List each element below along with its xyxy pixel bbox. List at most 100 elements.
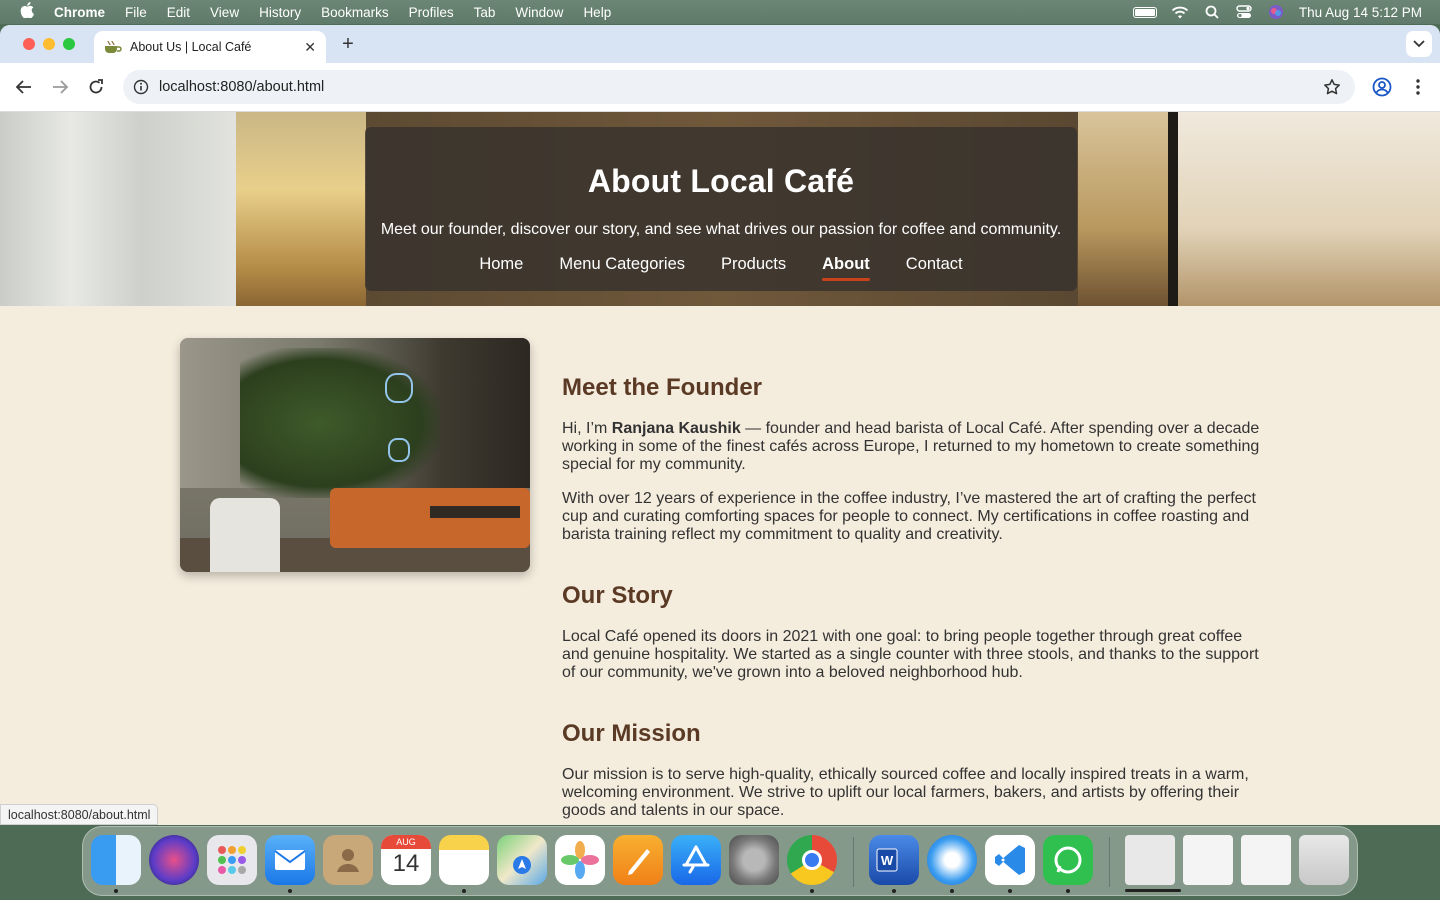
siri-menubar-icon[interactable]: [1267, 3, 1285, 21]
system-settings-icon[interactable]: [729, 835, 779, 885]
macos-menubar: Chrome File Edit View History Bookmarks …: [0, 0, 1440, 24]
new-tab-button[interactable]: +: [338, 33, 358, 56]
app-store-icon[interactable]: [671, 835, 721, 885]
launchpad-icon[interactable]: [207, 835, 257, 885]
menu-view[interactable]: View: [210, 5, 239, 20]
founder-paragraph-1: Hi, I’m Ranjana Kaushik — founder and he…: [562, 420, 1262, 474]
back-button[interactable]: [12, 75, 36, 99]
menu-tab[interactable]: Tab: [474, 5, 496, 20]
finder-icon[interactable]: [91, 835, 141, 885]
pages-icon[interactable]: [613, 835, 663, 885]
reload-button[interactable]: [84, 75, 108, 99]
tab-strip: About Us | Local Café ✕ +: [0, 25, 1440, 63]
tab-title: About Us | Local Café: [130, 40, 252, 54]
photos-icon[interactable]: [555, 835, 605, 885]
wifi-icon[interactable]: [1171, 3, 1189, 21]
calendar-day: 14: [392, 850, 420, 877]
menu-profiles[interactable]: Profiles: [409, 5, 454, 20]
menu-app-name[interactable]: Chrome: [54, 5, 105, 20]
word-icon[interactable]: W: [869, 835, 919, 885]
maps-icon[interactable]: [497, 835, 547, 885]
siri-icon[interactable]: [149, 835, 199, 885]
nav-home[interactable]: Home: [479, 255, 523, 281]
menu-window[interactable]: Window: [515, 5, 563, 20]
menu-file[interactable]: File: [125, 5, 147, 20]
profile-avatar-icon[interactable]: [1370, 75, 1394, 99]
apple-menu-icon[interactable]: [0, 2, 54, 22]
browser-toolbar: localhost:8080/about.html: [0, 63, 1440, 112]
battery-icon[interactable]: [1132, 6, 1157, 18]
site-info-icon[interactable]: [133, 79, 149, 99]
safari-icon[interactable]: [927, 835, 977, 885]
address-bar[interactable]: localhost:8080/about.html: [123, 70, 1355, 104]
control-center-icon[interactable]: [1235, 3, 1253, 21]
document-icon[interactable]: [1183, 835, 1233, 885]
trash-icon[interactable]: [1299, 835, 1349, 885]
nav-products[interactable]: Products: [721, 255, 786, 281]
link-status-bar: localhost:8080/about.html: [0, 804, 159, 825]
founder-paragraph-2: With over 12 years of experience in the …: [562, 490, 1256, 543]
downloads-stack-icon[interactable]: [1125, 835, 1175, 885]
menu-bookmarks[interactable]: Bookmarks: [321, 5, 389, 20]
calendar-icon[interactable]: AUG 14: [381, 835, 431, 885]
story-paragraph: Local Café opened its doors in 2021 with…: [562, 628, 1259, 681]
founder-heading: Meet the Founder: [562, 374, 763, 401]
chrome-menu-icon[interactable]: [1406, 75, 1430, 99]
mission-paragraph: Our mission is to serve high-quality, et…: [562, 766, 1249, 819]
zoom-window-button[interactable]: [63, 38, 75, 50]
forward-button[interactable]: [48, 75, 72, 99]
window-controls: [23, 38, 75, 50]
chrome-icon[interactable]: [787, 835, 837, 885]
tab-about-us[interactable]: About Us | Local Café ✕: [94, 31, 326, 63]
photo-chair: [210, 498, 280, 572]
menubar-clock[interactable]: Thu Aug 14 5:12 PM: [1299, 5, 1422, 20]
svg-text:W: W: [881, 853, 894, 868]
page-title: About Local Café: [587, 163, 855, 199]
photo-sofa: [330, 488, 530, 548]
document-icon-2[interactable]: [1241, 835, 1291, 885]
browser-window: About Us | Local Café ✕ + localhost:8080…: [0, 25, 1440, 825]
mission-section: Our Mission Our mission is to serve high…: [562, 720, 1262, 825]
macos-dock: AUG 14 W: [82, 826, 1358, 896]
nav-contact[interactable]: Contact: [906, 255, 963, 281]
mail-icon[interactable]: [265, 835, 315, 885]
finder-running-dot: [114, 889, 118, 893]
active-stack-indicator: [1125, 889, 1181, 892]
close-window-button[interactable]: [23, 38, 35, 50]
bookmark-star-icon[interactable]: [1323, 78, 1341, 100]
hero-bg-window: [1078, 112, 1178, 306]
founder-p1-prefix: Hi, I’m: [562, 420, 612, 437]
close-tab-icon[interactable]: ✕: [304, 39, 316, 56]
tab-search-button[interactable]: [1406, 31, 1432, 57]
story-heading: Our Story: [562, 582, 673, 609]
founder-section: Meet the Founder Hi, I’m Ranjana Kaushik…: [562, 374, 1262, 560]
nav-about[interactable]: About: [822, 255, 870, 281]
menu-history[interactable]: History: [259, 5, 301, 20]
menu-edit[interactable]: Edit: [167, 5, 190, 20]
page-viewport: About Local Café Meet our founder, disco…: [0, 112, 1440, 825]
cafe-interior-photo: [180, 338, 530, 572]
neon-sign: [385, 373, 413, 403]
nav-menu-categories[interactable]: Menu Categories: [559, 255, 685, 281]
main-nav: Home Menu Categories Products About Cont…: [365, 255, 1077, 281]
menubar-status-area: Thu Aug 14 5:12 PM: [1132, 0, 1422, 24]
cafe-favicon-icon: [104, 40, 122, 54]
minimize-window-button[interactable]: [43, 38, 55, 50]
hero-bg-shelves: [236, 112, 366, 306]
story-section: Our Story Local Café opened its doors in…: [562, 582, 1262, 698]
calendar-month: AUG: [381, 835, 431, 849]
contacts-icon[interactable]: [323, 835, 373, 885]
url-text[interactable]: localhost:8080/about.html: [159, 79, 324, 95]
whatsapp-icon[interactable]: [1043, 835, 1093, 885]
vscode-icon[interactable]: [985, 835, 1035, 885]
hero-banner: About Local Café Meet our founder, disco…: [0, 112, 1440, 306]
hero-bg-post: [1168, 112, 1178, 306]
hero-bg-right: [1178, 112, 1440, 306]
hero-bg-column-left: [0, 112, 236, 306]
notes-icon[interactable]: [439, 835, 489, 885]
spotlight-search-icon[interactable]: [1203, 3, 1221, 21]
menu-help[interactable]: Help: [583, 5, 611, 20]
hero-overlay-panel: About Local Café Meet our founder, disco…: [365, 127, 1077, 291]
hero-subtitle: Meet our founder, discover our story, an…: [380, 221, 1062, 238]
founder-name: Ranjana Kaushik: [611, 420, 741, 437]
